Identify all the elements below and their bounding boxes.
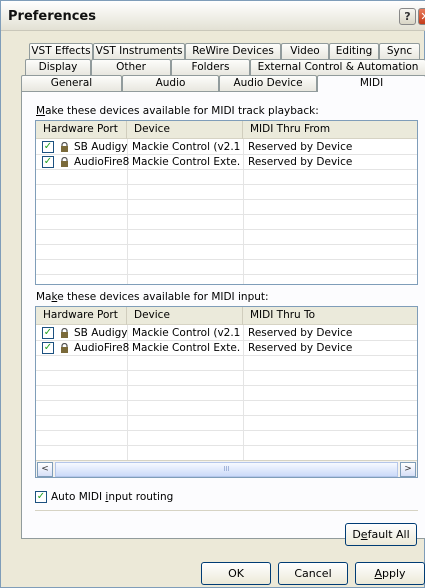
hardware-port-cell: AudioFire8 <box>74 342 130 354</box>
column-hardware-port[interactable]: Hardware Port <box>36 121 127 139</box>
divider <box>35 510 418 511</box>
hardware-port-cell: AudioFire8 <box>74 156 130 168</box>
hardware-port-cell: SB Audigy <box>74 327 128 339</box>
lock-icon <box>61 343 68 353</box>
tab-display[interactable]: Display <box>25 59 91 75</box>
midi-thru-cell: Reserved by Device <box>248 141 353 153</box>
grid-line <box>36 229 417 230</box>
tab-folders[interactable]: Folders <box>171 59 250 75</box>
scroll-thumb[interactable]: III <box>55 462 398 477</box>
column-midi-thru-from[interactable]: MIDI Thru From <box>243 121 417 139</box>
tab-vst-effects[interactable]: VST Effects <box>29 43 93 59</box>
hardware-port-cell: SB Audigy <box>74 141 128 153</box>
ok-button[interactable]: OK <box>201 562 271 585</box>
table-row[interactable]: ✓ AudioFire8 Mackie Control Exte… Reserv… <box>36 155 417 170</box>
grid-line <box>36 214 417 215</box>
table-row[interactable]: ✓ SB Audigy Mackie Control (v2.10) Reser… <box>36 140 417 155</box>
midi-thru-cell: Reserved by Device <box>248 342 353 354</box>
midi-thru-cell: Reserved by Device <box>248 327 353 339</box>
midi-thru-cell: Reserved by Device <box>248 156 353 168</box>
enable-checkbox[interactable]: ✓ <box>42 327 54 339</box>
grid-line <box>36 445 417 446</box>
scroll-left-button[interactable]: < <box>37 462 53 477</box>
horizontal-scrollbar[interactable]: < III > <box>36 460 417 477</box>
playback-list-header: Hardware Port Device MIDI Thru From <box>36 121 417 139</box>
enable-checkbox[interactable]: ✓ <box>42 156 54 168</box>
preferences-window: Preferences ? ✕ VST Effects VST Instrume… <box>0 0 425 588</box>
playback-device-list: Hardware Port Device MIDI Thru From ✓ SB… <box>35 120 418 285</box>
tab-general[interactable]: General <box>21 75 122 91</box>
input-device-list: Hardware Port Device MIDI Thru To ✓ SB A… <box>35 306 418 478</box>
grid-line <box>36 184 417 185</box>
column-midi-thru-to[interactable]: MIDI Thru To <box>243 307 417 325</box>
grid-line <box>36 244 417 245</box>
auto-routing-checkbox[interactable]: ✓ <box>35 491 47 503</box>
enable-checkbox[interactable]: ✓ <box>42 141 54 153</box>
device-cell: Mackie Control Exte… <box>132 156 241 168</box>
default-all-button[interactable]: Default All <box>345 523 417 546</box>
column-device[interactable]: Device <box>127 121 243 139</box>
tab-row-1: VST Effects VST Instruments ReWire Devic… <box>1 43 425 59</box>
tab-video[interactable]: Video <box>281 43 329 59</box>
enable-checkbox[interactable]: ✓ <box>42 342 54 354</box>
scroll-right-button[interactable]: > <box>400 462 416 477</box>
tab-rewire-devices[interactable]: ReWire Devices <box>185 43 281 59</box>
apply-button[interactable]: Apply <box>355 562 425 585</box>
input-list-header: Hardware Port Device MIDI Thru To <box>36 307 417 325</box>
lock-icon <box>61 157 68 167</box>
help-button[interactable]: ? <box>399 8 416 25</box>
grid-line <box>36 274 417 275</box>
lock-icon <box>61 328 68 338</box>
window-title: Preferences <box>8 9 96 24</box>
device-cell: Mackie Control Exte… <box>132 342 241 354</box>
grid-line <box>36 400 417 401</box>
table-row[interactable]: ✓ AudioFire8 Mackie Control Exte… Reserv… <box>36 341 417 356</box>
tab-vst-instruments[interactable]: VST Instruments <box>93 43 185 59</box>
tab-row-3: General Audio Audio Device MIDI <box>1 75 425 92</box>
tab-editing[interactable]: Editing <box>329 43 379 59</box>
grid-line <box>36 430 417 431</box>
midi-tab-panel: Make these devices available for MIDI tr… <box>21 91 425 546</box>
title-bar: Preferences ? ✕ <box>1 1 425 31</box>
grid-line <box>36 415 417 416</box>
column-device[interactable]: Device <box>127 307 243 325</box>
table-row[interactable]: ✓ SB Audigy Mackie Control (v2.10) Reser… <box>36 326 417 341</box>
grid-line <box>36 259 417 260</box>
tab-external-control[interactable]: External Control & Automation <box>250 59 425 75</box>
grid-line <box>36 199 417 200</box>
grid-line <box>36 385 417 386</box>
tab-row-2: Display Other Folders External Control &… <box>1 59 425 75</box>
close-button[interactable]: ✕ <box>418 8 425 25</box>
playback-caption: Make these devices available for MIDI tr… <box>36 105 319 117</box>
device-cell: Mackie Control (v2.10) <box>132 327 241 339</box>
tab-audio[interactable]: Audio <box>122 75 219 91</box>
input-caption: Make these devices available for MIDI in… <box>36 291 269 303</box>
cancel-button[interactable]: Cancel <box>278 562 348 585</box>
device-cell: Mackie Control (v2.10) <box>132 141 241 153</box>
tab-midi[interactable]: MIDI <box>317 75 425 92</box>
tab-other[interactable]: Other <box>91 59 171 75</box>
tab-sync[interactable]: Sync <box>379 43 420 59</box>
lock-icon <box>61 142 68 152</box>
column-hardware-port[interactable]: Hardware Port <box>36 307 127 325</box>
tab-audio-device[interactable]: Audio Device <box>219 75 317 91</box>
grid-line <box>36 370 417 371</box>
auto-routing-label: Auto MIDI input routing <box>51 491 174 503</box>
